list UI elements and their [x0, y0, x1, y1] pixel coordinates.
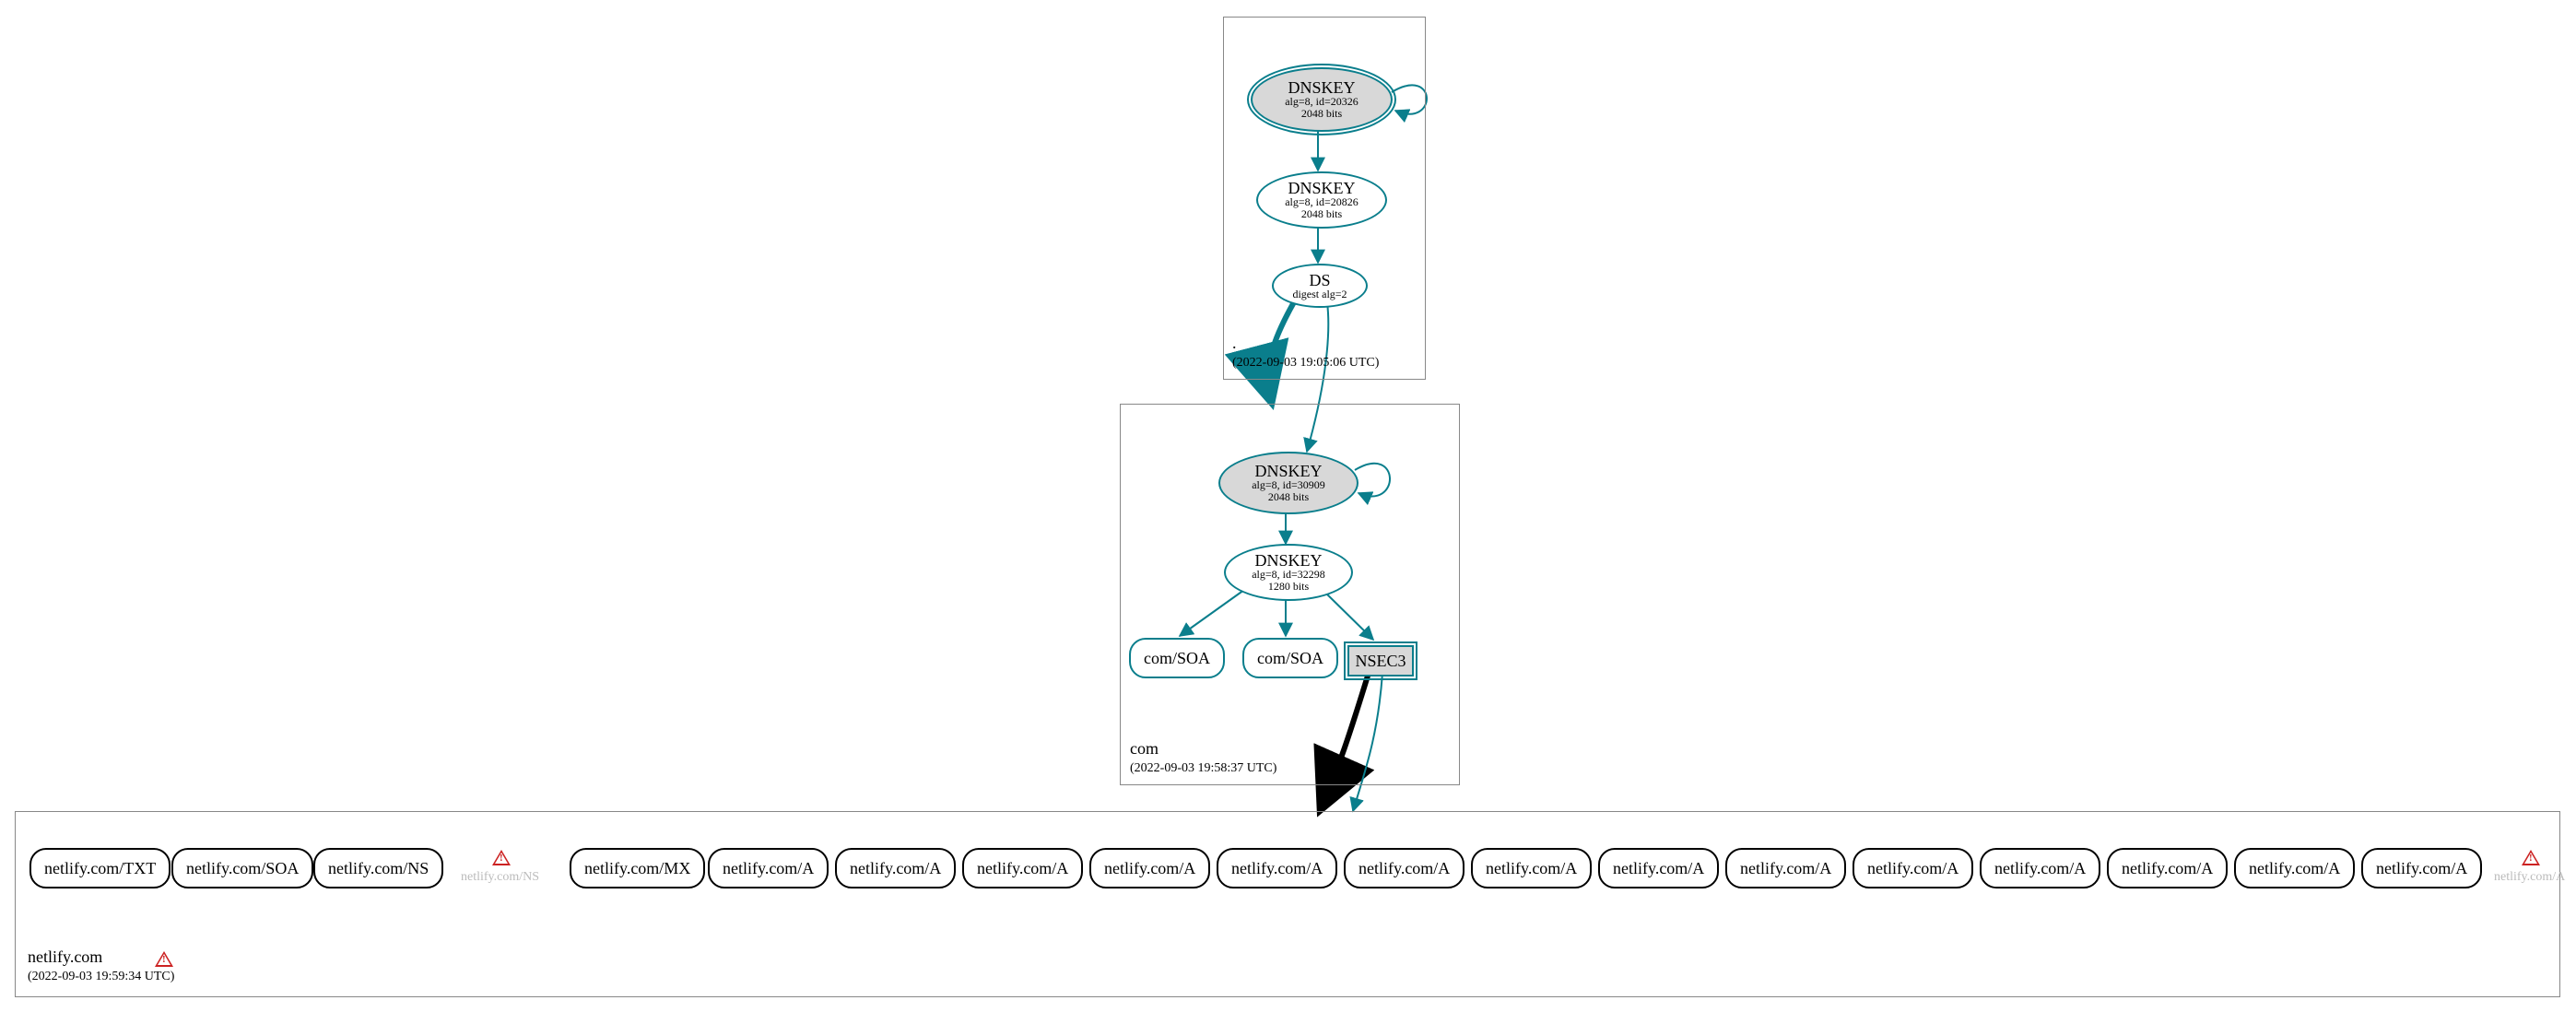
- root-ds-line1: digest alg=2: [1292, 288, 1347, 300]
- netlify-record-txt: netlify.com/TXT: [29, 848, 171, 888]
- com-nsec3: NSEC3: [1347, 645, 1414, 677]
- zone-root-label: .: [1232, 334, 1237, 353]
- netlify-record-a-4: netlify.com/A: [1089, 848, 1210, 888]
- com-dnskey-32298-line2: 1280 bits: [1268, 581, 1309, 593]
- zone-com-timestamp: (2022-09-03 19:58:37 UTC): [1130, 761, 1276, 776]
- netlify-record-mx: netlify.com/MX: [570, 848, 705, 888]
- zone-netlify-label: netlify.com: [28, 947, 102, 967]
- com-dnskey-30909-line2: 2048 bits: [1268, 491, 1309, 503]
- root-ds: DS digest alg=2: [1272, 264, 1368, 308]
- netlify-record-a-12: netlify.com/A: [2107, 848, 2228, 888]
- netlify-a-warning-label: netlify.com/A: [2494, 870, 2565, 885]
- netlify-record-a-1: netlify.com/A: [708, 848, 829, 888]
- zone-root-timestamp: (2022-09-03 19:05:06 UTC): [1232, 356, 1379, 371]
- root-dnskey-20326-line1: alg=8, id=20326: [1285, 96, 1359, 108]
- root-dnskey-20826: DNSKEY alg=8, id=20826 2048 bits: [1256, 171, 1387, 229]
- zone-netlify-warning-icon: !: [155, 951, 173, 967]
- netlify-record-a-14: netlify.com/A: [2361, 848, 2482, 888]
- com-dnskey-32298-title: DNSKEY: [1254, 552, 1322, 569]
- root-dnskey-20326-line2: 2048 bits: [1301, 108, 1342, 120]
- netlify-record-a-3: netlify.com/A: [962, 848, 1083, 888]
- netlify-record-a-2: netlify.com/A: [835, 848, 956, 888]
- netlify-record-ns: netlify.com/NS: [313, 848, 443, 888]
- root-ds-title: DS: [1309, 272, 1330, 288]
- zone-netlify-timestamp: (2022-09-03 19:59:34 UTC): [28, 970, 174, 984]
- com-soa-1: com/SOA: [1129, 638, 1225, 678]
- netlify-record-a-7: netlify.com/A: [1471, 848, 1592, 888]
- netlify-record-a-8: netlify.com/A: [1598, 848, 1719, 888]
- netlify-a-warning-icon: !: [2522, 850, 2540, 865]
- root-dnskey-20826-line2: 2048 bits: [1301, 208, 1342, 220]
- dnssec-diagram: . (2022-09-03 19:05:06 UTC) DNSKEY alg=8…: [0, 0, 2576, 1012]
- zone-com-label: com: [1130, 739, 1159, 759]
- netlify-record-a-5: netlify.com/A: [1217, 848, 1337, 888]
- root-dnskey-20326-title: DNSKEY: [1288, 79, 1355, 96]
- netlify-ns-warning-label: netlify.com/NS: [461, 870, 539, 885]
- root-dnskey-20326: DNSKEY alg=8, id=20326 2048 bits: [1251, 67, 1393, 132]
- root-dnskey-20826-title: DNSKEY: [1288, 180, 1355, 196]
- zone-netlify-box: [15, 811, 2560, 997]
- com-dnskey-30909: DNSKEY alg=8, id=30909 2048 bits: [1218, 452, 1359, 514]
- netlify-record-a-10: netlify.com/A: [1853, 848, 1973, 888]
- netlify-record-a-11: netlify.com/A: [1980, 848, 2100, 888]
- com-dnskey-30909-title: DNSKEY: [1254, 463, 1322, 479]
- com-soa-2: com/SOA: [1242, 638, 1338, 678]
- netlify-record-a-9: netlify.com/A: [1725, 848, 1846, 888]
- netlify-record-a-13: netlify.com/A: [2234, 848, 2355, 888]
- netlify-record-a-6: netlify.com/A: [1344, 848, 1464, 888]
- netlify-record-soa: netlify.com/SOA: [171, 848, 313, 888]
- netlify-ns-warning-icon: !: [492, 850, 511, 865]
- com-dnskey-32298: DNSKEY alg=8, id=32298 1280 bits: [1224, 544, 1353, 601]
